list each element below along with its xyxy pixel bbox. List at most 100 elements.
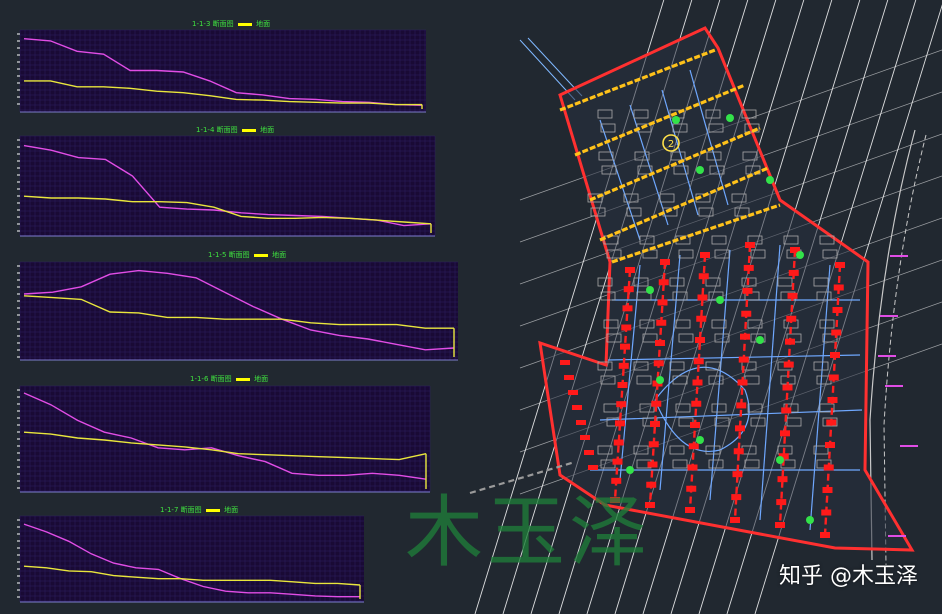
panel-title: 1-1-5 断面图 地面 (208, 251, 287, 259)
red-marker (695, 337, 705, 343)
red-marker (560, 360, 570, 365)
red-marker (690, 422, 700, 428)
red-marker (786, 315, 797, 322)
panel-background (20, 516, 364, 602)
green-node (756, 336, 764, 344)
red-marker (651, 400, 662, 407)
red-marker (787, 292, 798, 299)
red-marker (622, 305, 633, 312)
red-marker (782, 384, 793, 391)
red-marker (621, 324, 632, 331)
green-node (646, 286, 654, 294)
red-marker (825, 442, 835, 448)
red-marker (686, 485, 697, 492)
red-marker (736, 402, 747, 409)
red-marker (658, 279, 669, 286)
red-marker (687, 464, 698, 471)
panel-title: 1-1-7 断面图 地面 (160, 506, 239, 514)
red-marker (745, 242, 755, 248)
profile-panel (17, 135, 436, 237)
red-marker (688, 443, 699, 450)
red-marker (788, 269, 799, 276)
red-marker (780, 430, 790, 437)
red-marker (698, 273, 709, 280)
pink-annotation (885, 385, 903, 387)
red-marker (655, 340, 665, 346)
red-marker (648, 441, 659, 448)
profile-panel (17, 29, 426, 113)
red-marker (618, 362, 629, 369)
section-profiles (17, 29, 458, 603)
legend-swatch (237, 22, 252, 26)
pink-annotation (888, 535, 906, 537)
green-node (766, 176, 774, 184)
red-marker (623, 286, 634, 293)
red-marker (730, 517, 740, 523)
red-marker (617, 382, 628, 388)
pink-annotation (878, 355, 896, 357)
green-node (726, 114, 734, 122)
red-marker (697, 294, 708, 301)
red-marker (576, 420, 586, 425)
red-marker (822, 487, 833, 493)
panel-title: 1-1-6 断面图 地面 (190, 375, 269, 383)
green-node (806, 516, 814, 524)
panel-title: 1-1-3 断面图 地面 (192, 20, 271, 28)
pink-annotation (890, 255, 908, 257)
legend-swatch (253, 253, 268, 257)
red-marker (826, 419, 837, 426)
panel-background (20, 262, 458, 360)
watermark-credit: 知乎 @木玉泽 (779, 564, 918, 589)
red-marker (820, 532, 830, 538)
red-marker (584, 450, 594, 455)
red-marker (735, 425, 745, 432)
red-marker (691, 400, 702, 407)
red-marker (650, 421, 660, 427)
red-marker (741, 310, 752, 317)
red-marker (572, 405, 582, 410)
red-marker (580, 435, 590, 440)
red-marker (831, 329, 842, 336)
red-marker (564, 375, 574, 380)
red-marker (832, 307, 843, 313)
red-marker (692, 379, 703, 386)
red-marker (732, 471, 743, 478)
red-marker (613, 439, 624, 446)
red-marker (696, 315, 707, 322)
red-marker (828, 374, 839, 381)
red-marker (693, 358, 704, 365)
red-marker (616, 401, 627, 408)
green-node (696, 436, 704, 444)
red-marker (737, 379, 748, 386)
red-marker (781, 407, 792, 414)
profile-panel (17, 515, 364, 603)
red-marker (656, 319, 667, 326)
red-marker (733, 448, 744, 455)
red-marker (777, 476, 788, 483)
red-marker (738, 356, 749, 363)
profile-panel (17, 261, 458, 361)
red-marker (612, 458, 623, 465)
red-marker (835, 262, 845, 268)
red-marker (776, 499, 787, 506)
section-marker-label: 2 (668, 139, 674, 150)
red-marker (833, 284, 844, 291)
red-marker (653, 360, 664, 367)
red-marker (830, 352, 840, 358)
red-marker (568, 390, 578, 395)
red-marker (821, 509, 832, 516)
red-marker (742, 287, 753, 294)
red-marker (731, 494, 742, 501)
panel-title: 1-1-4 断面图 地面 (196, 126, 275, 134)
profile-panel (17, 385, 431, 493)
red-marker (775, 522, 785, 528)
red-marker (783, 361, 794, 368)
pink-annotation (900, 445, 918, 447)
red-marker (647, 461, 658, 468)
green-node (776, 456, 784, 464)
red-marker (620, 343, 630, 350)
green-node (656, 376, 664, 384)
red-marker (740, 333, 750, 340)
red-marker (827, 397, 838, 403)
red-marker (700, 252, 710, 258)
